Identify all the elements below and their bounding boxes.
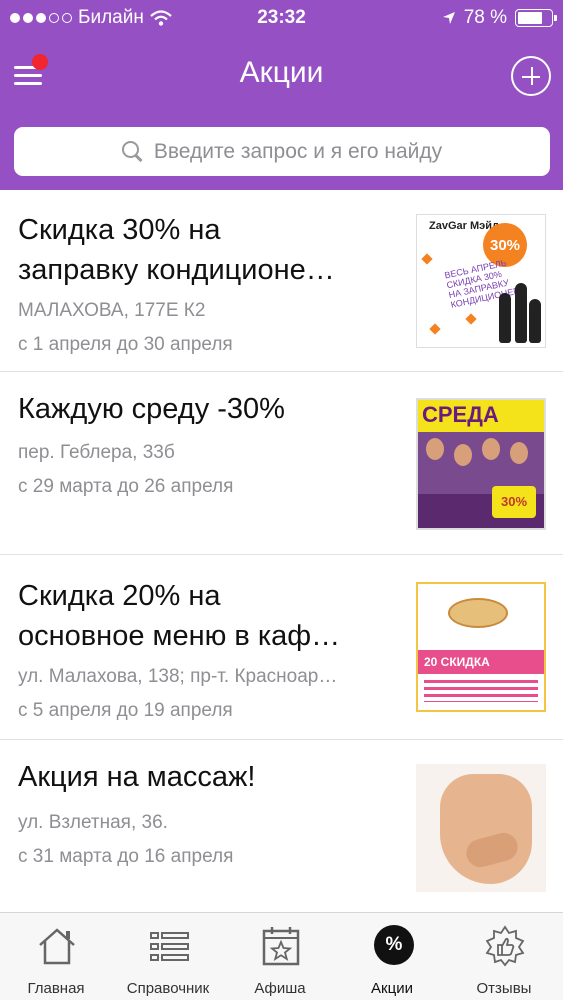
status-bar: Билайн 23:32 78 % xyxy=(0,0,563,38)
tab-bar: Главная Справочник Афиша % Акции Отзывы xyxy=(0,912,563,1000)
battery-icon xyxy=(515,9,557,27)
promo-address: ул. Взлетная, 36. xyxy=(18,812,168,833)
list-item[interactable]: Каждую среду -30% пер. Геблера, 33б с 29… xyxy=(0,372,563,555)
promo-image xyxy=(416,764,546,892)
promo-image: ZavGar Мэйд 30% ВЕСЬ АПРЕЛЬ СКИДКА 30% Н… xyxy=(416,214,546,348)
promo-dates: с 29 марта до 26 апреля xyxy=(18,476,234,497)
list-icon xyxy=(150,932,189,961)
promo-image: СРЕДА 30% xyxy=(416,398,546,530)
tab-label: Главная xyxy=(27,980,85,997)
home-icon xyxy=(39,928,75,965)
nav-bar: Акции xyxy=(0,44,563,104)
status-right: 78 % xyxy=(442,7,557,29)
promo-address: МАЛАХОВА, 177Е К2 xyxy=(18,300,206,321)
location-arrow-icon xyxy=(442,12,455,24)
tab-label: Отзывы xyxy=(476,980,532,997)
tab-events[interactable]: Афиша xyxy=(224,913,336,1000)
tab-directory[interactable]: Справочник xyxy=(112,913,224,1000)
promo-dates: с 31 марта до 16 апреля xyxy=(18,846,234,867)
promo-image: 20 СКИДКА xyxy=(416,582,546,712)
search-placeholder: Введите запрос и я его найду xyxy=(153,139,443,163)
promo-dates: с 1 апреля до 30 апреля xyxy=(18,334,233,355)
promo-title: Скидка 20% на основное меню в каф… xyxy=(18,580,341,652)
search-input[interactable]: Введите запрос и я его найду xyxy=(14,127,550,176)
percent-icon: % xyxy=(372,925,414,967)
add-button[interactable] xyxy=(511,56,551,96)
list-item[interactable]: Скидка 30% на заправку кондиционе… МАЛАХ… xyxy=(0,190,563,372)
promo-address: ул. Малахова, 138; пр-т. Красноар… xyxy=(18,666,338,687)
tab-label: Акции xyxy=(371,980,413,997)
battery-fill xyxy=(518,12,543,24)
battery-percent: 78 % xyxy=(463,7,507,28)
tab-label: Справочник xyxy=(126,980,210,997)
calendar-star-icon xyxy=(262,927,300,966)
tab-label: Афиша xyxy=(254,980,306,997)
header: Билайн 23:32 78 % Акции Введите запрос и… xyxy=(0,0,563,190)
promo-address: пер. Геблера, 33б xyxy=(18,442,175,463)
promo-list: Скидка 30% на заправку кондиционе… МАЛАХ… xyxy=(0,190,563,912)
thumbs-up-icon xyxy=(485,925,525,967)
tab-reviews[interactable]: Отзывы xyxy=(448,913,560,1000)
list-item[interactable]: Акция на массаж! ул. Взлетная, 36. с 31 … xyxy=(0,740,563,912)
list-item[interactable]: Скидка 20% на основное меню в каф… ул. М… xyxy=(0,555,563,740)
tab-promotions[interactable]: % Акции xyxy=(336,913,448,1000)
promo-title: Скидка 30% на заправку кондиционе… xyxy=(18,214,335,286)
promo-title: Акция на массаж! xyxy=(18,761,256,793)
promo-title: Каждую среду -30% xyxy=(18,393,285,425)
page-title: Акции xyxy=(239,56,324,89)
search-icon xyxy=(121,140,144,163)
promo-dates: с 5 апреля до 19 апреля xyxy=(18,700,233,721)
tab-home[interactable]: Главная xyxy=(0,913,112,1000)
